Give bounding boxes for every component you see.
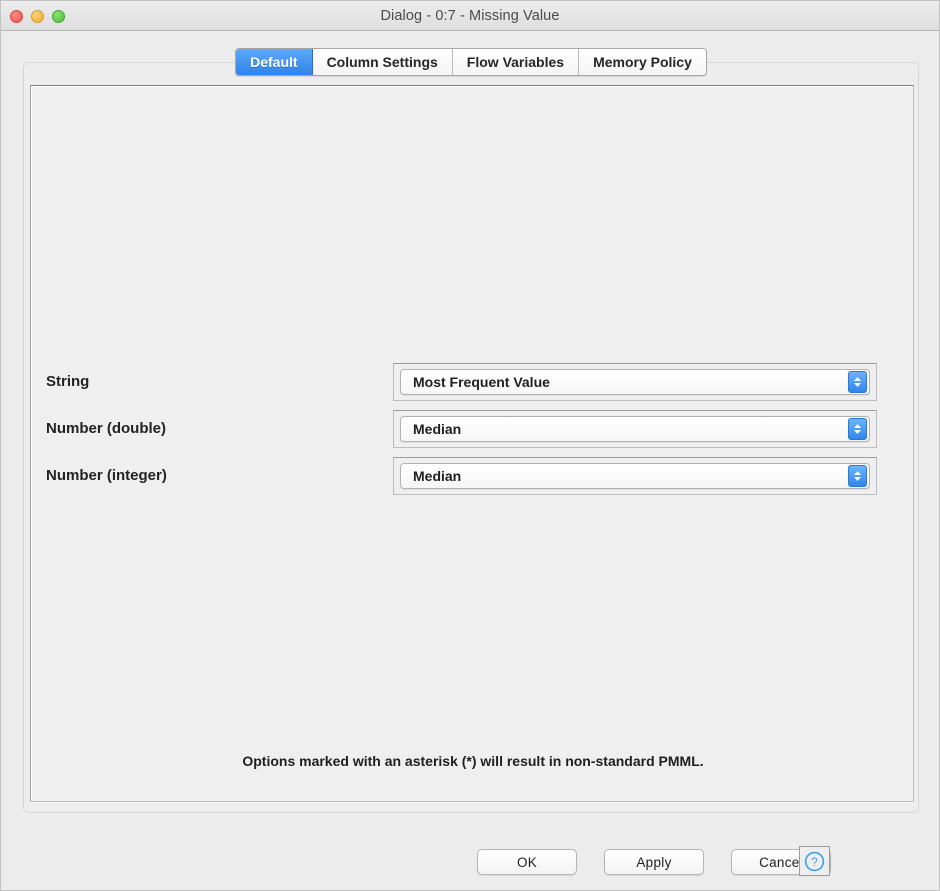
ok-button[interactable]: OK [477, 849, 577, 875]
tab-column-settings[interactable]: Column Settings [312, 49, 453, 75]
window-title: Dialog - 0:7 - Missing Value [380, 7, 560, 24]
chevron-updown-icon[interactable] [848, 370, 867, 393]
minimize-button-icon[interactable] [31, 9, 44, 23]
default-settings-panel: String Most Frequent Value Number (doubl… [30, 85, 914, 802]
label-number-integer: Number (integer) [46, 467, 167, 484]
label-string: String [46, 373, 90, 390]
chevron-updown-icon[interactable] [848, 464, 867, 487]
chevron-up-icon [854, 470, 861, 475]
title-bar: Dialog - 0:7 - Missing Value [1, 1, 939, 31]
dropdown-number-integer[interactable]: Median [400, 462, 870, 489]
chevron-up-icon [854, 423, 861, 428]
chevron-down-icon [854, 382, 861, 387]
dropdown-number-integer-value: Median [413, 467, 462, 484]
tab-default[interactable]: Default [236, 49, 313, 75]
combo-cell-number-double: Median [393, 409, 877, 448]
svg-text:?: ? [811, 854, 818, 868]
content-container: String Most Frequent Value Number (doubl… [23, 62, 919, 813]
dropdown-string[interactable]: Most Frequent Value [400, 368, 870, 395]
help-question-icon: ? [804, 851, 825, 871]
dialog-window: Dialog - 0:7 - Missing Value Default Col… [0, 0, 940, 891]
setting-row-number-integer: Number (integer) Median [31, 452, 915, 499]
close-button-icon[interactable] [10, 9, 23, 23]
tab-group: Default Column Settings Flow Variables M… [235, 48, 707, 76]
combo-cell-number-integer: Median [393, 456, 877, 495]
settings-rows: String Most Frequent Value Number (doubl… [31, 358, 915, 499]
window-controls [10, 1, 65, 31]
chevron-up-icon [854, 376, 861, 381]
help-button[interactable]: ? [799, 846, 830, 876]
combo-cell-string: Most Frequent Value [393, 362, 877, 401]
pmml-note: Options marked with an asterisk (*) will… [242, 753, 704, 769]
zoom-button-icon[interactable] [52, 9, 65, 23]
chevron-updown-icon[interactable] [848, 417, 867, 440]
setting-row-number-double: Number (double) Median [31, 405, 915, 452]
setting-row-string: String Most Frequent Value [31, 358, 915, 405]
dropdown-string-value: Most Frequent Value [413, 373, 550, 390]
dropdown-number-double-value: Median [413, 420, 462, 437]
chevron-down-icon [854, 476, 861, 481]
apply-button[interactable]: Apply [604, 849, 704, 875]
tab-memory-policy[interactable]: Memory Policy [579, 49, 706, 75]
dropdown-number-double[interactable]: Median [400, 415, 870, 442]
tab-flow-variables[interactable]: Flow Variables [452, 49, 580, 75]
label-number-double: Number (double) [46, 420, 166, 437]
tab-bar: Default Column Settings Flow Variables M… [1, 48, 939, 76]
chevron-down-icon [854, 429, 861, 434]
